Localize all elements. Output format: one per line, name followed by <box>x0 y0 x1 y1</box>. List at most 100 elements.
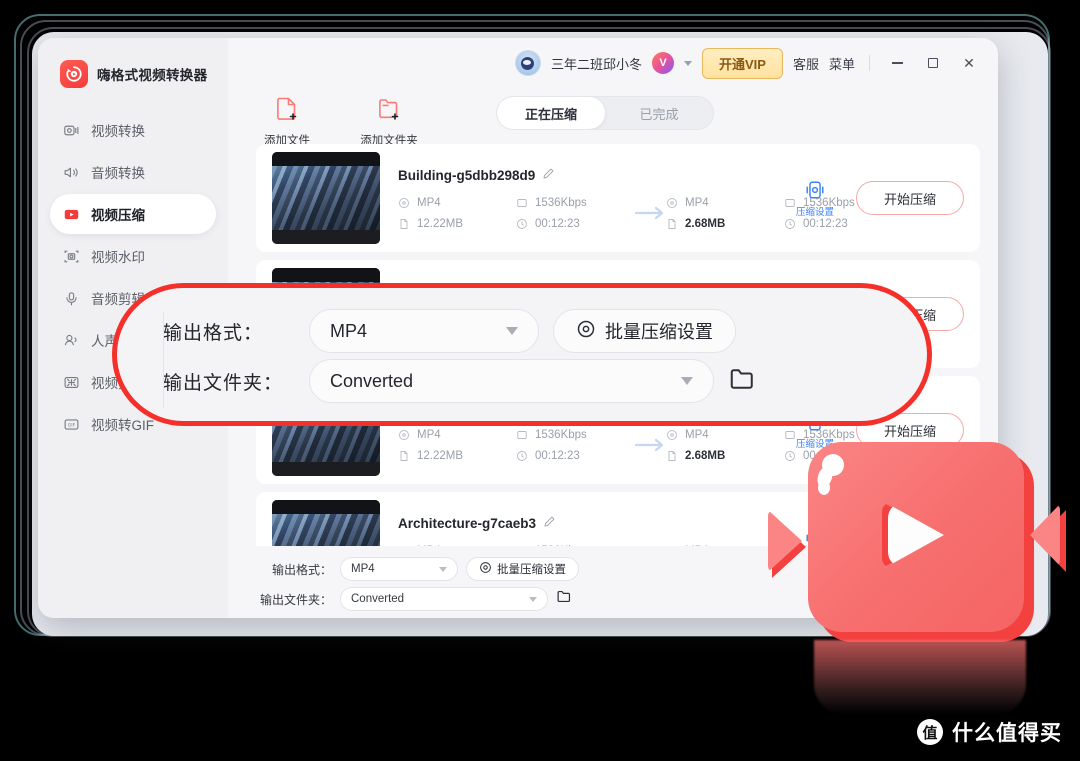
video-convert-icon <box>62 121 80 139</box>
meta-value: MP4 <box>685 428 709 441</box>
customer-service-link[interactable]: 客服 <box>793 54 819 73</box>
meta-source-bitrate: 1536Kbps <box>516 197 634 209</box>
status-tabs: 正在压缩 已完成 <box>496 96 714 130</box>
vip-medal-char: V <box>659 57 667 69</box>
chevron-down-icon[interactable] <box>684 60 692 66</box>
meta-value: 00:12:23 <box>535 449 580 462</box>
meta-value: MP4 <box>685 196 709 209</box>
callout-format-row: 输出格式： MP4 批量压缩设置 <box>163 306 927 356</box>
avatar[interactable] <box>514 50 541 76</box>
file-name: Architecture-g7caeb3 <box>398 516 537 531</box>
meta-value: 2.68MB <box>685 217 726 230</box>
decorative-highlight-dot-small <box>818 480 830 495</box>
meta-value: 1536Kbps <box>535 196 587 209</box>
batch-settings-icon <box>479 561 492 577</box>
sidebar-item-label: 视频压缩 <box>91 208 145 223</box>
close-button[interactable]: ✕ <box>956 50 982 76</box>
callout-folder-icon[interactable] <box>728 364 758 399</box>
decorative-play-graphic <box>760 432 1080 714</box>
audio-convert-icon <box>62 163 80 181</box>
brand: 嗨格式视频转换器 <box>38 38 228 88</box>
tab-completed[interactable]: 已完成 <box>605 97 713 129</box>
output-format-label: 输出格式： <box>271 562 332 577</box>
meta-value: 00:12:23 <box>535 217 580 230</box>
source-meta: MP4 1536Kbps 12.22MB <box>398 429 634 462</box>
file-meta: MP4 1536Kbps 12.22MB <box>398 197 855 230</box>
sidebar-item-video-watermark[interactable]: 视频水印 <box>50 236 216 276</box>
convert-arrow-icon <box>634 206 666 220</box>
meta-value: MP4 <box>417 196 441 209</box>
watermark-logo-icon: 值 <box>917 719 943 745</box>
video-thumbnail <box>272 500 380 546</box>
output-folder-select[interactable]: Converted <box>340 587 548 611</box>
meta-value: MP4 <box>417 428 441 441</box>
compress-settings-button[interactable]: 压缩设置 <box>786 179 844 218</box>
batch-settings-label: 批量压缩设置 <box>497 564 566 576</box>
meta-source-size: 12.22MB <box>398 218 516 230</box>
meta-value: 12.22MB <box>417 449 464 462</box>
meta-value: 00:12:23 <box>803 217 848 230</box>
output-format-value: MP4 <box>351 563 375 575</box>
video-compress-icon <box>62 205 80 223</box>
meta-source-bitrate: 1536Kbps <box>516 429 634 441</box>
sidebar-item-audio-convert[interactable]: 音频转换 <box>50 152 216 192</box>
svg-text:GIF: GIF <box>67 422 75 428</box>
menu-link[interactable]: 菜单 <box>829 54 855 73</box>
callout-batch-label: 批量压缩设置 <box>605 322 713 342</box>
sidebar-item-video-convert[interactable]: 视频转换 <box>50 110 216 150</box>
video-thumbnail <box>272 152 380 244</box>
folder-icon[interactable] <box>556 588 573 610</box>
sidebar-item-label: 视频转GIF <box>91 418 154 433</box>
batch-compress-settings-button[interactable]: 批量压缩设置 <box>466 557 579 581</box>
convert-arrow-icon <box>634 438 666 452</box>
toolbar: 添加文件 添加文件夹 正在压缩 已完成 <box>228 88 998 148</box>
callout-folder-select[interactable]: Converted <box>309 359 714 403</box>
app-logo-icon <box>60 60 88 88</box>
sidebar-item-label: 视频转换 <box>91 124 145 139</box>
open-vip-button[interactable]: 开通VIP <box>702 47 783 79</box>
table-row[interactable]: Building-g5dbb298d9 MP4 1536Kbps 12.22MB… <box>256 144 980 252</box>
source-meta: MP4 1536Kbps 12.22MB <box>398 197 634 230</box>
callout-highlight: 输出格式： MP4 批量压缩设置 输出文件夹： Converted <box>112 283 932 426</box>
callout-format-select[interactable]: MP4 <box>309 309 539 353</box>
file-meta: MP4 1536Kbps 12.22MB <box>398 428 855 462</box>
chevron-down-icon <box>439 566 447 572</box>
tab-compressing[interactable]: 正在压缩 <box>497 97 605 129</box>
meta-target-format: MP4 <box>666 197 784 209</box>
file-info: Building-g5dbb298d9 MP4 1536Kbps 12.22MB… <box>398 167 855 230</box>
callout-divider <box>163 312 164 408</box>
file-name: Building-g5dbb298d9 <box>398 168 536 183</box>
compress-settings-label: 压缩设置 <box>795 206 834 218</box>
file-info: Architecture-g7caeb3 M <box>398 515 855 546</box>
meta-source-format: MP4 <box>398 197 516 209</box>
edit-icon[interactable] <box>543 515 556 533</box>
watermark: 值 什么值得买 <box>917 717 1062 747</box>
minimize-button[interactable] <box>884 50 910 76</box>
start-compress-button[interactable]: 开始压缩 <box>856 181 964 215</box>
meta-value: 1536Kbps <box>535 428 587 441</box>
edit-icon[interactable] <box>542 167 555 185</box>
video-to-gif-icon: GIF <box>62 415 80 433</box>
output-folder-value: Converted <box>351 593 405 605</box>
meta-value: 12.22MB <box>417 217 464 230</box>
watermark-text: 什么值得买 <box>952 722 1062 745</box>
file-name-row: Building-g5dbb298d9 <box>398 167 786 185</box>
callout-folder-row: 输出文件夹： Converted <box>163 356 927 406</box>
callout-folder-label: 输出文件夹： <box>163 372 284 394</box>
vip-medal-icon[interactable]: V <box>652 52 674 74</box>
meta-target-duration: 00:12:23 <box>784 218 902 230</box>
sidebar-item-label: 视频水印 <box>91 250 145 265</box>
file-name-row: Architecture-g7caeb3 <box>398 515 786 533</box>
decorative-right-arrow <box>1030 504 1060 566</box>
add-folder-button[interactable]: 添加文件夹 <box>358 96 420 148</box>
meta-source-duration: 00:12:23 <box>516 218 634 230</box>
output-format-select[interactable]: MP4 <box>340 557 458 581</box>
title-bar: 三年二班邱小冬 V 开通VIP 客服 菜单 ✕ <box>228 38 998 88</box>
add-file-button[interactable]: 添加文件 <box>256 96 318 148</box>
sidebar-item-video-compress[interactable]: 视频压缩 <box>50 194 216 234</box>
add-folder-icon <box>377 96 401 127</box>
meta-value: 2.68MB <box>685 449 726 462</box>
maximize-button[interactable] <box>920 50 946 76</box>
callout-batch-settings-button[interactable]: 批量压缩设置 <box>553 309 736 353</box>
chevron-down-icon <box>529 596 537 602</box>
